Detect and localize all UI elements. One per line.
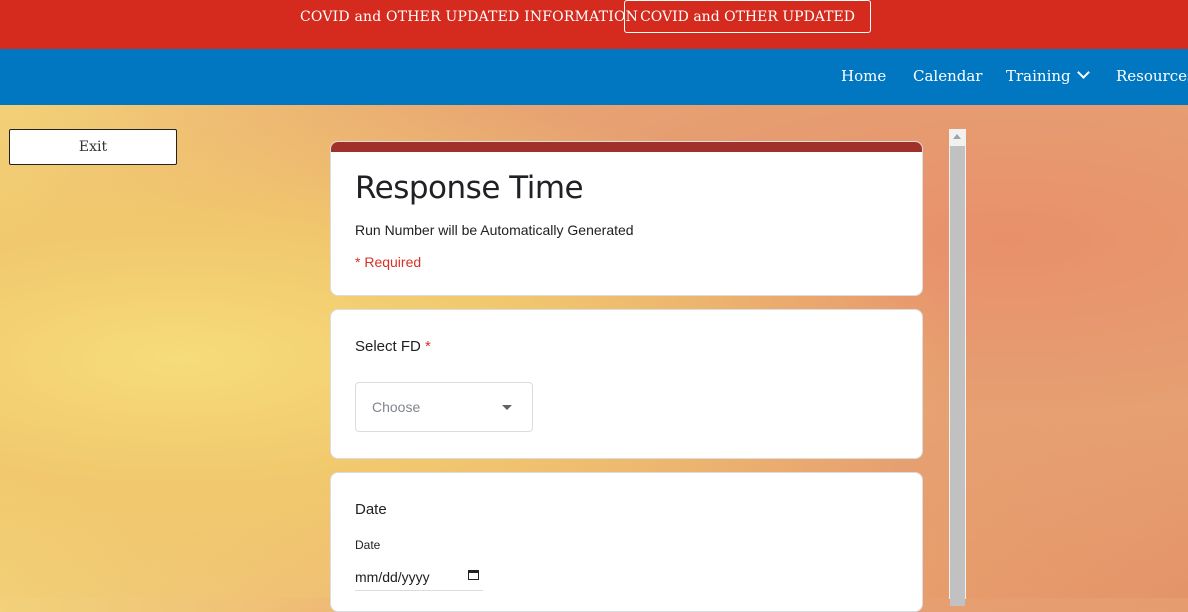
question-card-date: Date Date mm/dd/yyyy: [330, 472, 923, 612]
form-accent-bar: [331, 142, 922, 152]
nav-item-resources[interactable]: Resources: [1116, 67, 1188, 85]
chevron-down-icon: [1076, 66, 1090, 79]
covid-info-link[interactable]: COVID and OTHER UPDATED INFORMATION: [300, 9, 638, 25]
required-asterisk: *: [425, 338, 431, 355]
question-label: Date: [355, 501, 387, 518]
question-label: Select FD *: [355, 338, 431, 355]
nav-item-training[interactable]: Training: [1006, 66, 1090, 85]
nav-item-calendar[interactable]: Calendar: [913, 67, 982, 85]
date-sub-label: Date: [355, 538, 381, 552]
exit-button[interactable]: Exit: [9, 129, 177, 165]
form-scrollbar[interactable]: [949, 129, 966, 606]
dropdown-placeholder: Choose: [372, 399, 421, 415]
calendar-icon[interactable]: [468, 570, 479, 580]
covid-info-button[interactable]: COVID and OTHER UPDATED: [624, 0, 871, 33]
fd-dropdown[interactable]: Choose: [355, 382, 533, 432]
question-label-text: Select FD: [355, 338, 421, 355]
form-header-card: Response Time Run Number will be Automat…: [330, 141, 923, 296]
form-title: Response Time: [355, 170, 584, 206]
date-input-value: mm/dd/yyyy: [355, 569, 430, 585]
nav-item-home[interactable]: Home: [841, 67, 886, 85]
announcement-bar: COVID and OTHER UPDATED INFORMATION COVI…: [0, 0, 1188, 49]
required-note: * Required: [355, 254, 422, 270]
scroll-up-arrow-icon[interactable]: [953, 134, 961, 139]
question-card-select-fd: Select FD * Choose: [330, 309, 923, 459]
form-description: Run Number will be Automatically Generat…: [355, 222, 634, 238]
nav-item-training-label: Training: [1006, 67, 1071, 85]
main-nav: Home Calendar Training Resources: [0, 49, 1188, 105]
scrollbar-thumb[interactable]: [950, 146, 965, 606]
date-input[interactable]: mm/dd/yyyy: [355, 567, 483, 591]
dropdown-caret-icon: [502, 405, 512, 410]
